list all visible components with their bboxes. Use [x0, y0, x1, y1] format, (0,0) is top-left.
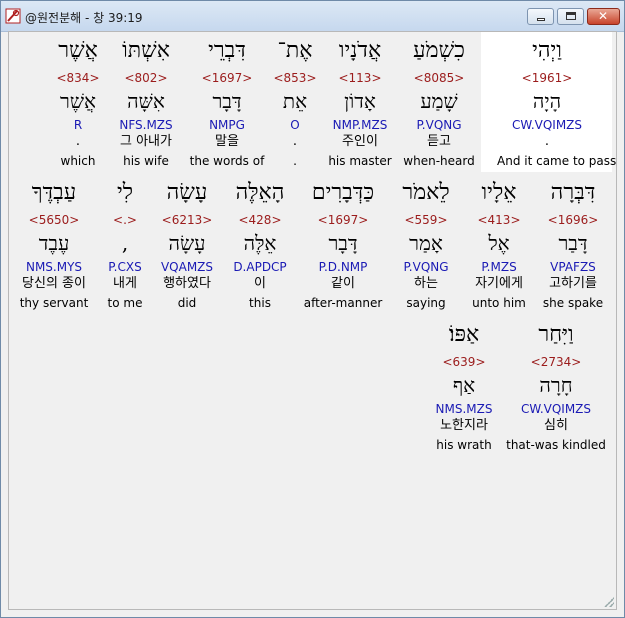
strong-number[interactable]: <2734> — [506, 355, 606, 369]
morphology: CW.VQIMZS — [511, 118, 583, 132]
app-icon — [5, 8, 21, 24]
minimize-button[interactable] — [527, 8, 554, 25]
app-window: @원전분해 - 창 39:19 וַיְהִי <1961> הָיָה CW.… — [0, 0, 625, 618]
morphology: R — [73, 118, 83, 132]
hebrew-word: אֲשֶׁר — [58, 38, 98, 63]
hebrew-word: עַבְדֶּךָ — [31, 180, 77, 205]
strong-number[interactable]: <1961> — [497, 71, 597, 85]
morphology: NMS.MZS — [435, 402, 493, 416]
morphology: CW.VQIMZS — [520, 402, 592, 416]
english-gloss: And it came to pass — [497, 154, 617, 168]
korean-gloss: . — [544, 134, 550, 149]
korean-gloss: 심히 — [544, 418, 568, 433]
resize-grip[interactable] — [604, 597, 614, 607]
english-gloss: his wrath — [436, 438, 492, 452]
strong-number[interactable]: <639> — [414, 355, 514, 369]
lemma: הָיָה — [532, 89, 562, 113]
close-button[interactable] — [587, 8, 620, 25]
morphology: NMS.MYS — [25, 260, 83, 274]
maximize-button[interactable] — [557, 8, 584, 25]
hebrew-word: וַיִּחַר — [538, 322, 574, 347]
lemma: אֲשֶׁר — [60, 89, 96, 113]
english-gloss: thy servant — [19, 296, 89, 310]
lemma: אַף — [452, 373, 476, 397]
strong-number[interactable]: <834> — [28, 71, 128, 85]
english-gloss: which — [60, 154, 96, 168]
lemma: חָרָה — [539, 373, 573, 397]
hebrew-word: אַפּוֹ׃ — [448, 322, 480, 347]
korean-gloss: . — [75, 134, 81, 149]
window-title: @원전분해 - 창 39:19 — [25, 11, 143, 25]
strong-number[interactable]: <5650> — [9, 213, 104, 227]
lemma: עֶבֶד — [38, 231, 70, 255]
interlinear-panel[interactable]: וַיְהִי <1961> הָיָה CW.VQIMZS . And it … — [8, 31, 617, 610]
korean-gloss: 노한지라 — [440, 418, 488, 433]
title-bar[interactable]: @원전분해 - 창 39:19 — [1, 1, 624, 32]
english-gloss: that-was kindled — [506, 438, 606, 452]
hebrew-word: וַיְהִי — [532, 38, 562, 63]
korean-gloss: 당신의 종이 — [22, 276, 86, 291]
